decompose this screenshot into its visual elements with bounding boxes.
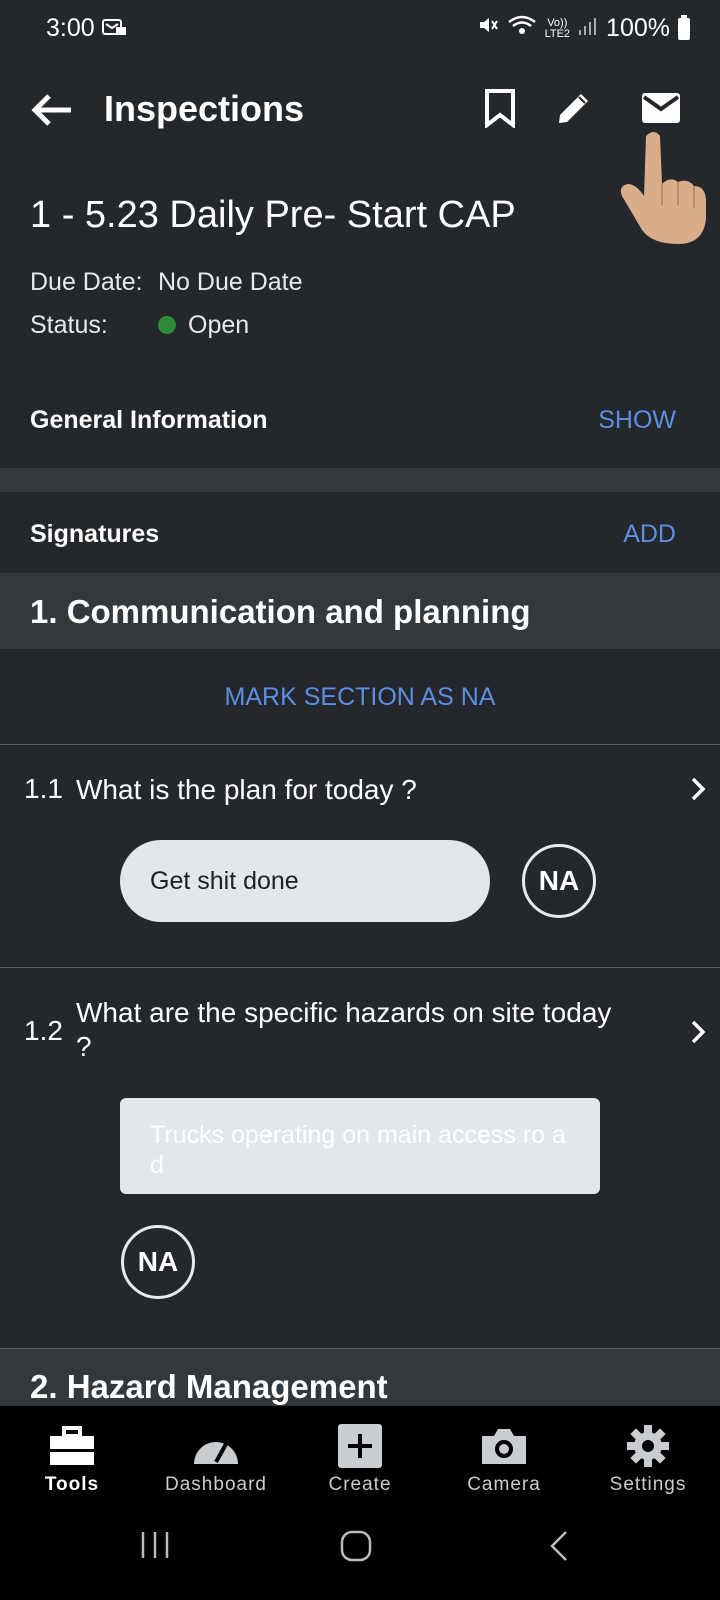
bookmark-button[interactable] (478, 84, 522, 132)
camera-icon (480, 1424, 528, 1468)
toolbox-icon (48, 1424, 96, 1468)
add-signature-button[interactable]: ADD (623, 520, 676, 549)
arrow-left-icon (31, 94, 71, 126)
page-title: Inspections (104, 88, 305, 129)
due-date-label: Due Date: (30, 268, 143, 296)
status-time: 3:00 (46, 14, 95, 42)
answer-input[interactable]: Get shit done (120, 840, 490, 922)
nav-label: Create (328, 1474, 392, 1495)
home-button[interactable] (340, 1530, 372, 1567)
nav-camera[interactable]: Camera (432, 1406, 576, 1510)
status-label: Status: (30, 311, 108, 339)
question-number: 1.2 (24, 1015, 63, 1046)
nav-label: Settings (609, 1474, 687, 1495)
gauge-icon (192, 1424, 240, 1468)
status-value: Open (188, 311, 250, 339)
signatures-label: Signatures (30, 520, 160, 548)
due-date-row: Due Date: No Due Date (30, 268, 303, 297)
nav-label: Dashboard (165, 1474, 267, 1495)
show-general-information-button[interactable]: SHOW (598, 406, 676, 435)
network-label: LTE2 (544, 27, 571, 40)
status-dot (158, 316, 176, 334)
wifi-icon (507, 14, 537, 43)
status-icons: Vo)) LTE2 100% (477, 14, 690, 43)
edit-button[interactable] (552, 86, 596, 130)
lte-indicator: Vo)) LTE2 (544, 16, 571, 40)
question-text: What is the plan for today ? (76, 774, 417, 805)
battery-percent: 100% (606, 14, 670, 42)
email-button[interactable] (638, 86, 684, 130)
question-text: What are the specific hazards on site to… (76, 997, 612, 1062)
hand-pointer-icon (616, 126, 708, 251)
na-button[interactable]: NA (522, 844, 596, 918)
general-information-label: General Information (30, 406, 268, 434)
status-row: Status: Open (30, 311, 249, 340)
recent-apps-button[interactable] (140, 1530, 170, 1565)
section-divider (0, 468, 720, 492)
due-date-value: No Due Date (158, 268, 303, 296)
chevron-right-icon[interactable] (690, 773, 706, 810)
section-title: 2. Hazard Management (30, 1368, 388, 1405)
chevron-right-icon[interactable] (690, 1016, 706, 1053)
bookmark-icon (485, 89, 515, 128)
mark-section-na-button[interactable]: MARK SECTION AS NA (0, 683, 720, 712)
inspection-title: 1 - 5.23 Daily Pre- Start CAP (30, 194, 516, 236)
system-navigation-bar (0, 1510, 720, 1600)
nav-create[interactable]: Create (288, 1406, 432, 1510)
nav-label: Tools (44, 1474, 100, 1495)
nav-dashboard[interactable]: Dashboard (144, 1406, 288, 1510)
nav-label: Camera (467, 1474, 541, 1495)
gear-icon (626, 1424, 670, 1468)
back-nav-button[interactable] (548, 1530, 570, 1567)
notification-icon (102, 18, 128, 43)
mail-icon (642, 93, 680, 123)
battery-icon (678, 14, 690, 40)
question-number: 1.1 (24, 773, 63, 804)
bottom-navigation: Tools Dashboard Create Camera Settings (0, 1406, 720, 1510)
section-title: 1. Communication and planning (30, 593, 531, 630)
pencil-icon (559, 94, 588, 123)
mute-icon (477, 14, 499, 43)
signal-icon (578, 14, 598, 43)
answer-textarea[interactable]: Trucks operating on main access ro ad (120, 1098, 600, 1194)
plus-square-icon (337, 1424, 383, 1468)
nav-tools[interactable]: Tools (0, 1406, 144, 1510)
nav-settings[interactable]: Settings (576, 1406, 720, 1510)
na-button[interactable]: NA (121, 1225, 195, 1299)
back-button[interactable] (28, 86, 76, 134)
